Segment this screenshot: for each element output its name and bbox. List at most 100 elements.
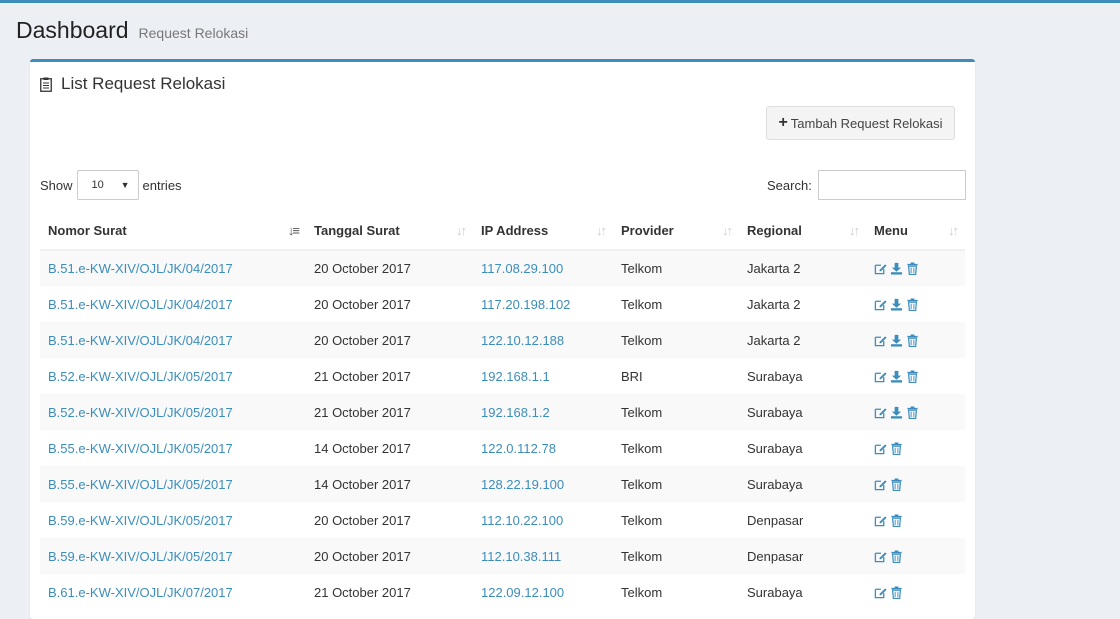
trash-icon[interactable]	[906, 262, 919, 276]
download-icon[interactable]	[890, 370, 903, 383]
trash-icon[interactable]	[906, 369, 919, 383]
trash-icon[interactable]	[890, 513, 903, 527]
cell-menu	[866, 322, 965, 358]
cell-menu	[866, 574, 965, 610]
column-header-tanggal-surat[interactable]: Tanggal Surat ↓↑	[306, 212, 473, 251]
cell-nomor-surat: B.51.e-KW-XIV/OJL/JK/04/2017	[40, 286, 306, 322]
cell-regional: Denpasar	[739, 538, 866, 574]
edit-icon[interactable]	[874, 334, 887, 347]
nomor-surat-link[interactable]: B.52.e-KW-XIV/OJL/JK/05/2017	[48, 405, 233, 420]
column-header-menu[interactable]: Menu ↓↑	[866, 212, 965, 251]
cell-ip-address: 122.0.112.78	[473, 430, 613, 466]
edit-icon[interactable]	[874, 550, 887, 563]
cell-ip-address: 192.168.1.1	[473, 358, 613, 394]
edit-icon[interactable]	[874, 262, 887, 275]
download-icon[interactable]	[890, 406, 903, 419]
entries-length-control: Show 10 ▼ entries	[40, 170, 182, 200]
cell-nomor-surat: B.59.e-KW-XIV/OJL/JK/05/2017	[40, 538, 306, 574]
nomor-surat-link[interactable]: B.55.e-KW-XIV/OJL/JK/05/2017	[48, 477, 233, 492]
download-icon[interactable]	[890, 334, 903, 347]
nomor-surat-link[interactable]: B.55.e-KW-XIV/OJL/JK/05/2017	[48, 441, 233, 456]
nomor-surat-link[interactable]: B.59.e-KW-XIV/OJL/JK/05/2017	[48, 549, 233, 564]
sort-icon: ↓↑	[849, 223, 860, 238]
edit-icon[interactable]	[874, 370, 887, 383]
table-row: B.59.e-KW-XIV/OJL/JK/05/2017 20 October 2…	[40, 502, 965, 538]
cell-provider: BRI	[621, 368, 643, 384]
trash-icon[interactable]	[890, 441, 903, 455]
cell-ip-address: 122.10.12.188	[473, 322, 613, 358]
cell-tanggal-surat: 14 October 2017	[314, 440, 411, 456]
cell-nomor-surat: B.52.e-KW-XIV/OJL/JK/05/2017	[40, 358, 306, 394]
add-request-button[interactable]: + Tambah Request Relokasi	[766, 106, 955, 140]
ip-address-link[interactable]: 192.168.1.1	[481, 369, 550, 384]
cell-ip-address: 112.10.22.100	[473, 502, 613, 538]
ip-address-link[interactable]: 122.0.112.78	[481, 441, 556, 456]
nomor-surat-link[interactable]: B.52.e-KW-XIV/OJL/JK/05/2017	[48, 369, 233, 384]
trash-icon[interactable]	[890, 549, 903, 563]
download-icon[interactable]	[890, 298, 903, 311]
ip-address-link[interactable]: 122.10.12.188	[481, 333, 564, 348]
cell-ip-address: 192.168.1.2	[473, 394, 613, 430]
content-header: Dashboard Request Relokasi	[16, 17, 248, 44]
nomor-surat-link[interactable]: B.51.e-KW-XIV/OJL/JK/04/2017	[48, 297, 233, 312]
nomor-surat-link[interactable]: B.61.e-KW-XIV/OJL/JK/07/2017	[48, 585, 233, 600]
ip-address-link[interactable]: 192.168.1.2	[481, 405, 550, 420]
cell-ip-address: 117.08.29.100	[473, 250, 613, 286]
column-header-regional[interactable]: Regional ↓↑	[739, 212, 866, 251]
column-header-nomor-surat[interactable]: Nomor Surat ↓≡	[40, 212, 306, 251]
cell-regional: Surabaya	[747, 584, 803, 600]
cell-regional: Denpasar	[747, 512, 804, 528]
trash-icon[interactable]	[906, 297, 919, 311]
table-header-row: Nomor Surat ↓≡ Tanggal Surat ↓↑ IP Address…	[40, 212, 965, 251]
nomor-surat-link[interactable]: B.59.e-KW-XIV/OJL/JK/05/2017	[48, 513, 233, 528]
table-row: B.55.e-KW-XIV/OJL/JK/05/2017 14 October 2…	[40, 430, 965, 466]
cell-ip-address: 117.20.198.102	[473, 286, 613, 322]
column-header-provider[interactable]: Provider ↓↑	[613, 212, 739, 251]
box-title: List Request Relokasi	[40, 74, 225, 94]
edit-icon[interactable]	[874, 298, 887, 311]
trash-icon[interactable]	[906, 405, 919, 419]
ip-address-link[interactable]: 122.09.12.100	[481, 585, 564, 600]
request-list-box: List Request Relokasi + Tambah Request R…	[30, 59, 975, 619]
edit-icon[interactable]	[874, 514, 887, 527]
edit-icon[interactable]	[874, 586, 887, 599]
cell-tanggal-surat: 21 October 2017	[314, 368, 411, 384]
edit-icon[interactable]	[874, 442, 887, 455]
column-header-ip-address[interactable]: IP Address ↓↑	[473, 212, 613, 251]
download-icon[interactable]	[890, 262, 903, 275]
ip-address-link[interactable]: 117.20.198.102	[481, 297, 570, 312]
trash-icon[interactable]	[890, 585, 903, 599]
cell-menu	[866, 502, 965, 538]
entries-select[interactable]: 10 ▼	[76, 170, 139, 200]
cell-menu	[866, 394, 965, 430]
sort-icon: ↓↑	[596, 223, 607, 238]
cell-provider: Telkom	[621, 440, 663, 456]
trash-icon[interactable]	[890, 477, 903, 491]
box-title-text: List Request Relokasi	[61, 74, 226, 93]
nomor-surat-link[interactable]: B.51.e-KW-XIV/OJL/JK/04/2017	[48, 333, 233, 348]
cell-tanggal-surat: 20 October 2017	[306, 322, 473, 358]
cell-provider: Telkom	[621, 296, 663, 312]
cell-tanggal-surat: 21 October 2017	[306, 394, 473, 430]
ip-address-link[interactable]: 117.08.29.100	[481, 261, 563, 276]
cell-provider: Telkom	[613, 250, 739, 286]
nomor-surat-link[interactable]: B.51.e-KW-XIV/OJL/JK/04/2017	[48, 261, 233, 276]
search-input[interactable]	[817, 170, 966, 200]
sort-icon: ↓↑	[948, 223, 959, 238]
cell-tanggal-surat: 20 October 2017	[314, 296, 411, 312]
cell-tanggal-surat: 14 October 2017	[306, 466, 473, 502]
table-row: B.51.e-KW-XIV/OJL/JK/04/2017 20 October 2…	[40, 250, 965, 286]
trash-icon[interactable]	[906, 333, 919, 347]
ip-address-link[interactable]: 112.10.22.100	[481, 513, 563, 528]
cell-regional: Surabaya	[747, 440, 803, 456]
ip-address-link[interactable]: 112.10.38.111	[481, 549, 561, 564]
ip-address-link[interactable]: 128.22.19.100	[481, 477, 564, 492]
table-row: B.51.e-KW-XIV/OJL/JK/04/2017 20 October 2…	[40, 286, 965, 322]
cell-nomor-surat: B.61.e-KW-XIV/OJL/JK/07/2017	[40, 574, 306, 610]
page-subtitle: Request Relokasi	[138, 25, 249, 41]
length-suffix: entries	[142, 177, 182, 193]
edit-icon[interactable]	[874, 406, 887, 419]
edit-icon[interactable]	[874, 478, 887, 491]
cell-regional: Jakarta 2	[739, 322, 866, 358]
cell-provider: Telkom	[613, 466, 739, 502]
